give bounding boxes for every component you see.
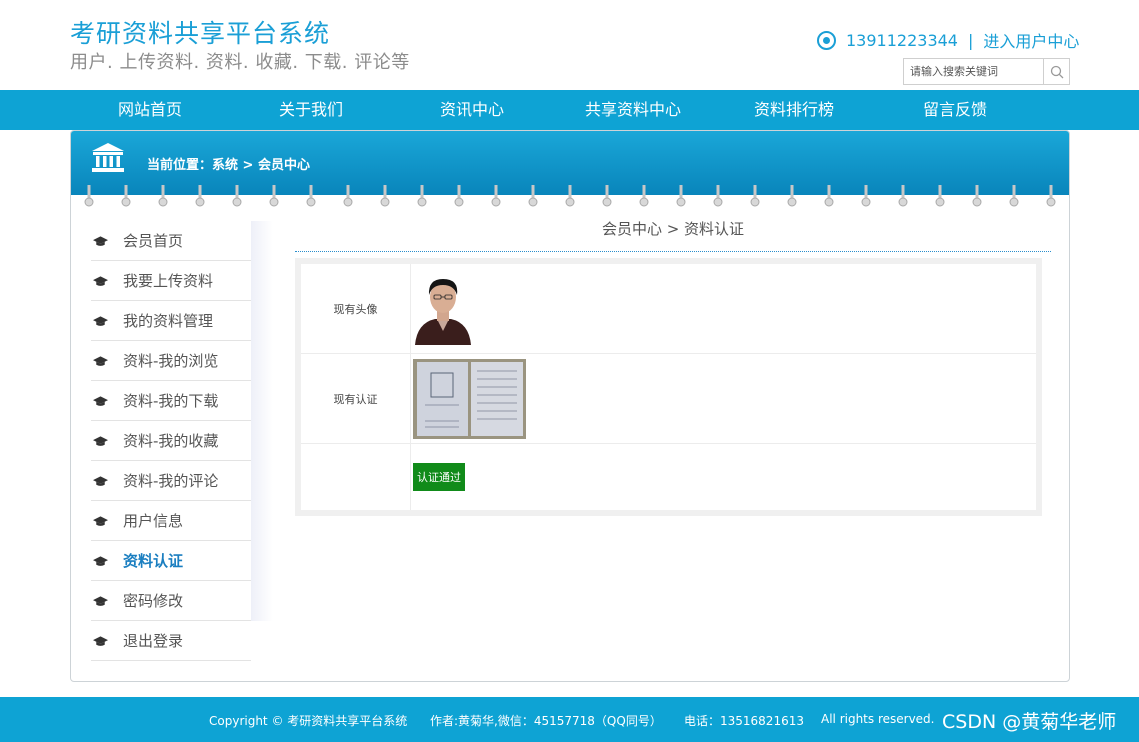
graduation-cap-icon: [93, 635, 108, 646]
notebook-rings: [84, 185, 1056, 207]
sidebar-item-label: 用户信息: [123, 512, 184, 530]
certificate-row: 现有认证: [301, 354, 1036, 444]
location-target-icon: [817, 30, 836, 50]
avatar-image: [413, 272, 473, 345]
sidebar-item-label: 资料认证: [123, 552, 184, 570]
sidebar-item-label: 资料-我的收藏: [123, 432, 219, 450]
sidebar-item-favorites[interactable]: 资料-我的收藏: [91, 421, 251, 461]
sidebar-item-label: 资料-我的浏览: [123, 352, 219, 370]
footer-copyright: Copyright © 考研资料共享平台系统: [209, 714, 408, 728]
footer-rights: All rights reserved.: [821, 712, 935, 726]
certificate-label: 现有认证: [301, 354, 411, 443]
graduation-cap-icon: [93, 515, 108, 526]
search-input[interactable]: [904, 59, 1043, 84]
footer-phone: 电话：13516821613: [684, 714, 804, 728]
graduation-cap-icon: [93, 275, 108, 286]
status-row: 认证通过: [301, 444, 1036, 510]
search-icon: [1050, 65, 1063, 78]
sidebar-item-upload[interactable]: 我要上传资料: [91, 261, 251, 301]
graduation-cap-icon: [93, 235, 108, 246]
graduation-cap-icon: [93, 395, 108, 406]
search-box: [903, 58, 1070, 85]
graduation-cap-icon: [93, 595, 108, 606]
graduation-cap-icon: [93, 315, 108, 326]
sidebar-item-change-password[interactable]: 密码修改: [91, 581, 251, 621]
sidebar-item-browse-history[interactable]: 资料-我的浏览: [91, 341, 251, 381]
sidebar-item-certification[interactable]: 资料认证: [91, 541, 251, 581]
sidebar-item-label: 我要上传资料: [123, 272, 214, 290]
site-subtitle: 用户. 上传资料. 资料. 收藏. 下载. 评论等: [70, 52, 410, 73]
sidebar-item-my-materials[interactable]: 我的资料管理: [91, 301, 251, 341]
member-sidebar: 会员首页 我要上传资料 我的资料管理 资料-我的浏览 资料-我的下载 资料-我的…: [91, 221, 251, 661]
avatar-row: 现有头像: [301, 264, 1036, 354]
header-contact: 13911223344 | 进入用户中心: [817, 28, 1079, 52]
graduation-cap-icon: [93, 555, 108, 566]
nav-item-about[interactable]: 关于我们: [246, 90, 376, 130]
graduation-cap-icon: [93, 355, 108, 366]
sidebar-shadow: [251, 221, 273, 621]
sidebar-item-user-info[interactable]: 用户信息: [91, 501, 251, 541]
sidebar-item-downloads[interactable]: 资料-我的下载: [91, 381, 251, 421]
sidebar-item-label: 会员首页: [123, 232, 184, 250]
csdn-watermark: CSDN @黄菊华老师: [942, 711, 1117, 733]
sidebar-item-comments[interactable]: 资料-我的评论: [91, 461, 251, 501]
sidebar-item-member-home[interactable]: 会员首页: [91, 221, 251, 261]
avatar-label: 现有头像: [301, 264, 411, 353]
institution-icon: [92, 143, 124, 172]
nav-item-feedback[interactable]: 留言反馈: [890, 90, 1020, 130]
nav-item-news[interactable]: 资讯中心: [407, 90, 537, 130]
certificate-image: [413, 358, 526, 439]
status-label-empty: [301, 444, 411, 510]
nav-item-home[interactable]: 网站首页: [85, 90, 215, 130]
nav-item-shared-materials[interactable]: 共享资料中心: [568, 90, 698, 130]
content-title: 会员中心 > 资料认证: [295, 215, 1051, 252]
sidebar-item-logout[interactable]: 退出登录: [91, 621, 251, 661]
sidebar-item-label: 我的资料管理: [123, 312, 214, 330]
sidebar-item-label: 退出登录: [123, 632, 184, 650]
sidebar-item-label: 资料-我的评论: [123, 472, 219, 490]
header-phone: 13911223344: [846, 30, 958, 50]
graduation-cap-icon: [93, 475, 108, 486]
sidebar-item-label: 密码修改: [123, 592, 184, 610]
footer-author: 作者:黄菊华,微信：45157718（QQ同号）: [430, 714, 662, 728]
member-panel: 当前位置：系统 > 会员中心 会员首页 我要上传资料 我的资料管理 资料-我的浏…: [70, 130, 1070, 682]
breadcrumb: 当前位置：系统 > 会员中心: [147, 158, 310, 173]
site-title: 考研资料共享平台系统: [70, 19, 331, 48]
search-button[interactable]: [1043, 59, 1069, 84]
header-separator: |: [967, 30, 974, 50]
main-nav: 网站首页 关于我们 资讯中心 共享资料中心 资料排行榜 留言反馈: [0, 90, 1139, 130]
status-badge: 认证通过: [413, 463, 465, 491]
nav-item-ranking[interactable]: 资料排行榜: [729, 90, 859, 130]
certification-table: 现有头像 现有认证 认证通过: [295, 258, 1042, 516]
graduation-cap-icon: [93, 435, 108, 446]
user-center-link[interactable]: 进入用户中心: [983, 28, 1079, 52]
sidebar-item-label: 资料-我的下载: [123, 392, 219, 410]
